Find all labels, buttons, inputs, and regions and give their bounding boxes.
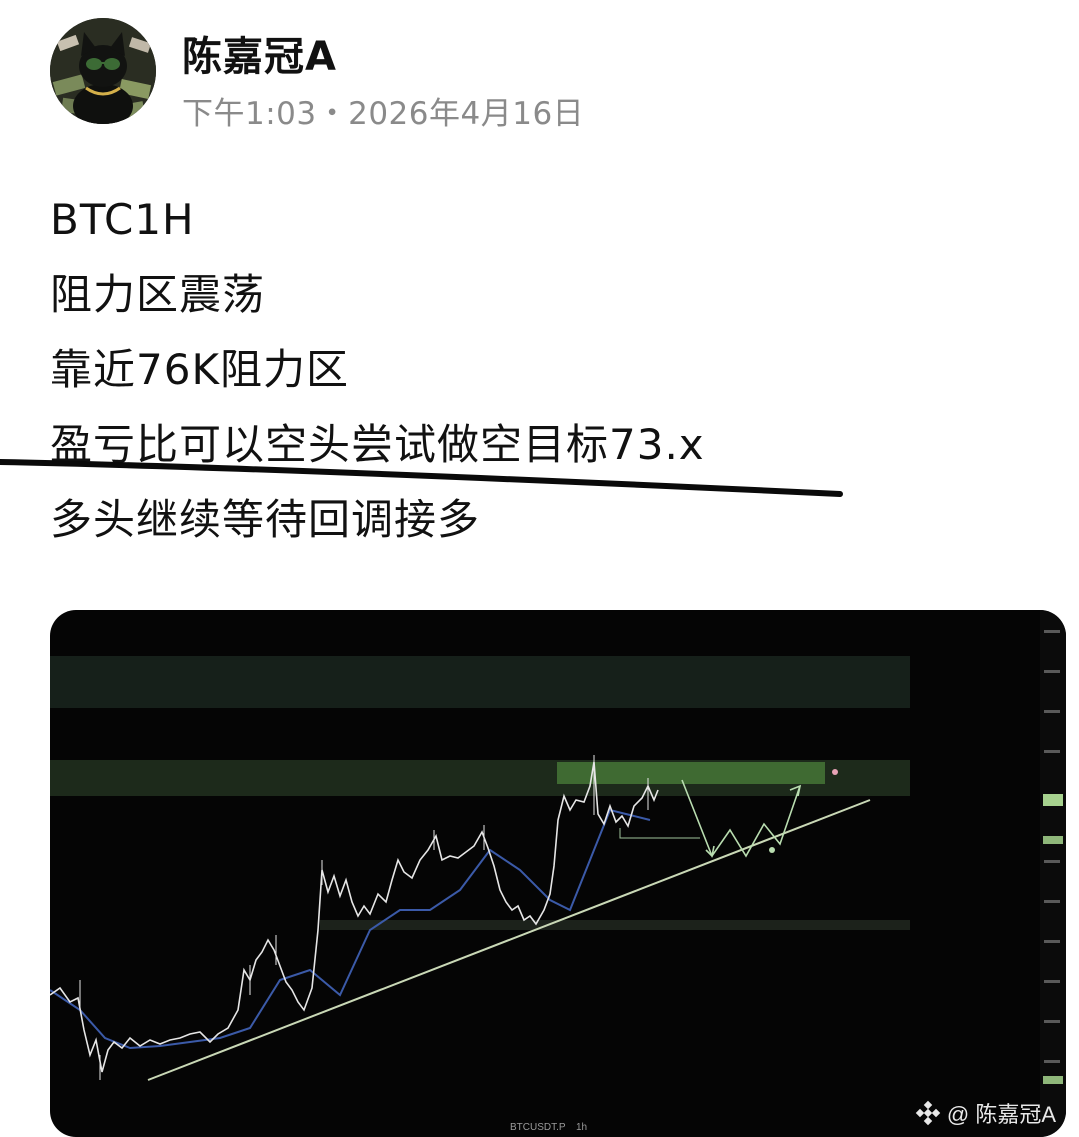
post-line: 盈亏比可以空头尝试做空目标73.x xyxy=(50,420,705,469)
post-body: BTC1H 阻力区震荡 靠近76K阻力区 盈亏比可以空头尝试做空目标73.x 多… xyxy=(50,190,1030,565)
current-price-tag xyxy=(1043,794,1063,806)
watermark: @ 陈嘉冠A xyxy=(915,1097,1056,1129)
chart-image[interactable]: BTCUSDT.P 1h @ 陈嘉冠A xyxy=(50,610,1066,1137)
trendline xyxy=(147,799,871,1081)
binance-logo-icon xyxy=(915,1100,941,1126)
resistance-zone-upper xyxy=(50,656,910,708)
price-tag xyxy=(1043,1076,1063,1084)
candlestick-chart: BTCUSDT.P 1h xyxy=(50,610,1066,1137)
price-tag xyxy=(1043,836,1063,844)
avatar[interactable] xyxy=(50,18,156,124)
target-line xyxy=(619,828,700,839)
post-header: 陈嘉冠A 下午1:03・2026年4月16日 xyxy=(48,18,1028,132)
post-line: 靠近76K阻力区 xyxy=(50,345,349,394)
watermark-text: @ 陈嘉冠A xyxy=(946,1102,1056,1127)
stop-marker xyxy=(832,769,838,775)
post-line: BTC1H xyxy=(50,195,195,244)
post-timestamp: 下午1:03・2026年4月16日 xyxy=(182,96,585,132)
price-axis xyxy=(1040,610,1066,1137)
support-zone xyxy=(320,920,910,930)
target-marker xyxy=(769,847,775,853)
cat-avatar-icon xyxy=(50,18,156,124)
post-line: 多头继续等待回调接多 xyxy=(50,495,481,544)
author-name[interactable]: 陈嘉冠A xyxy=(182,24,337,82)
post-line: 阻力区震荡 xyxy=(50,270,266,319)
resistance-zone-highlight xyxy=(557,762,825,784)
chart-symbol: BTCUSDT.P xyxy=(510,1122,566,1133)
chart-interval: 1h xyxy=(576,1122,587,1133)
